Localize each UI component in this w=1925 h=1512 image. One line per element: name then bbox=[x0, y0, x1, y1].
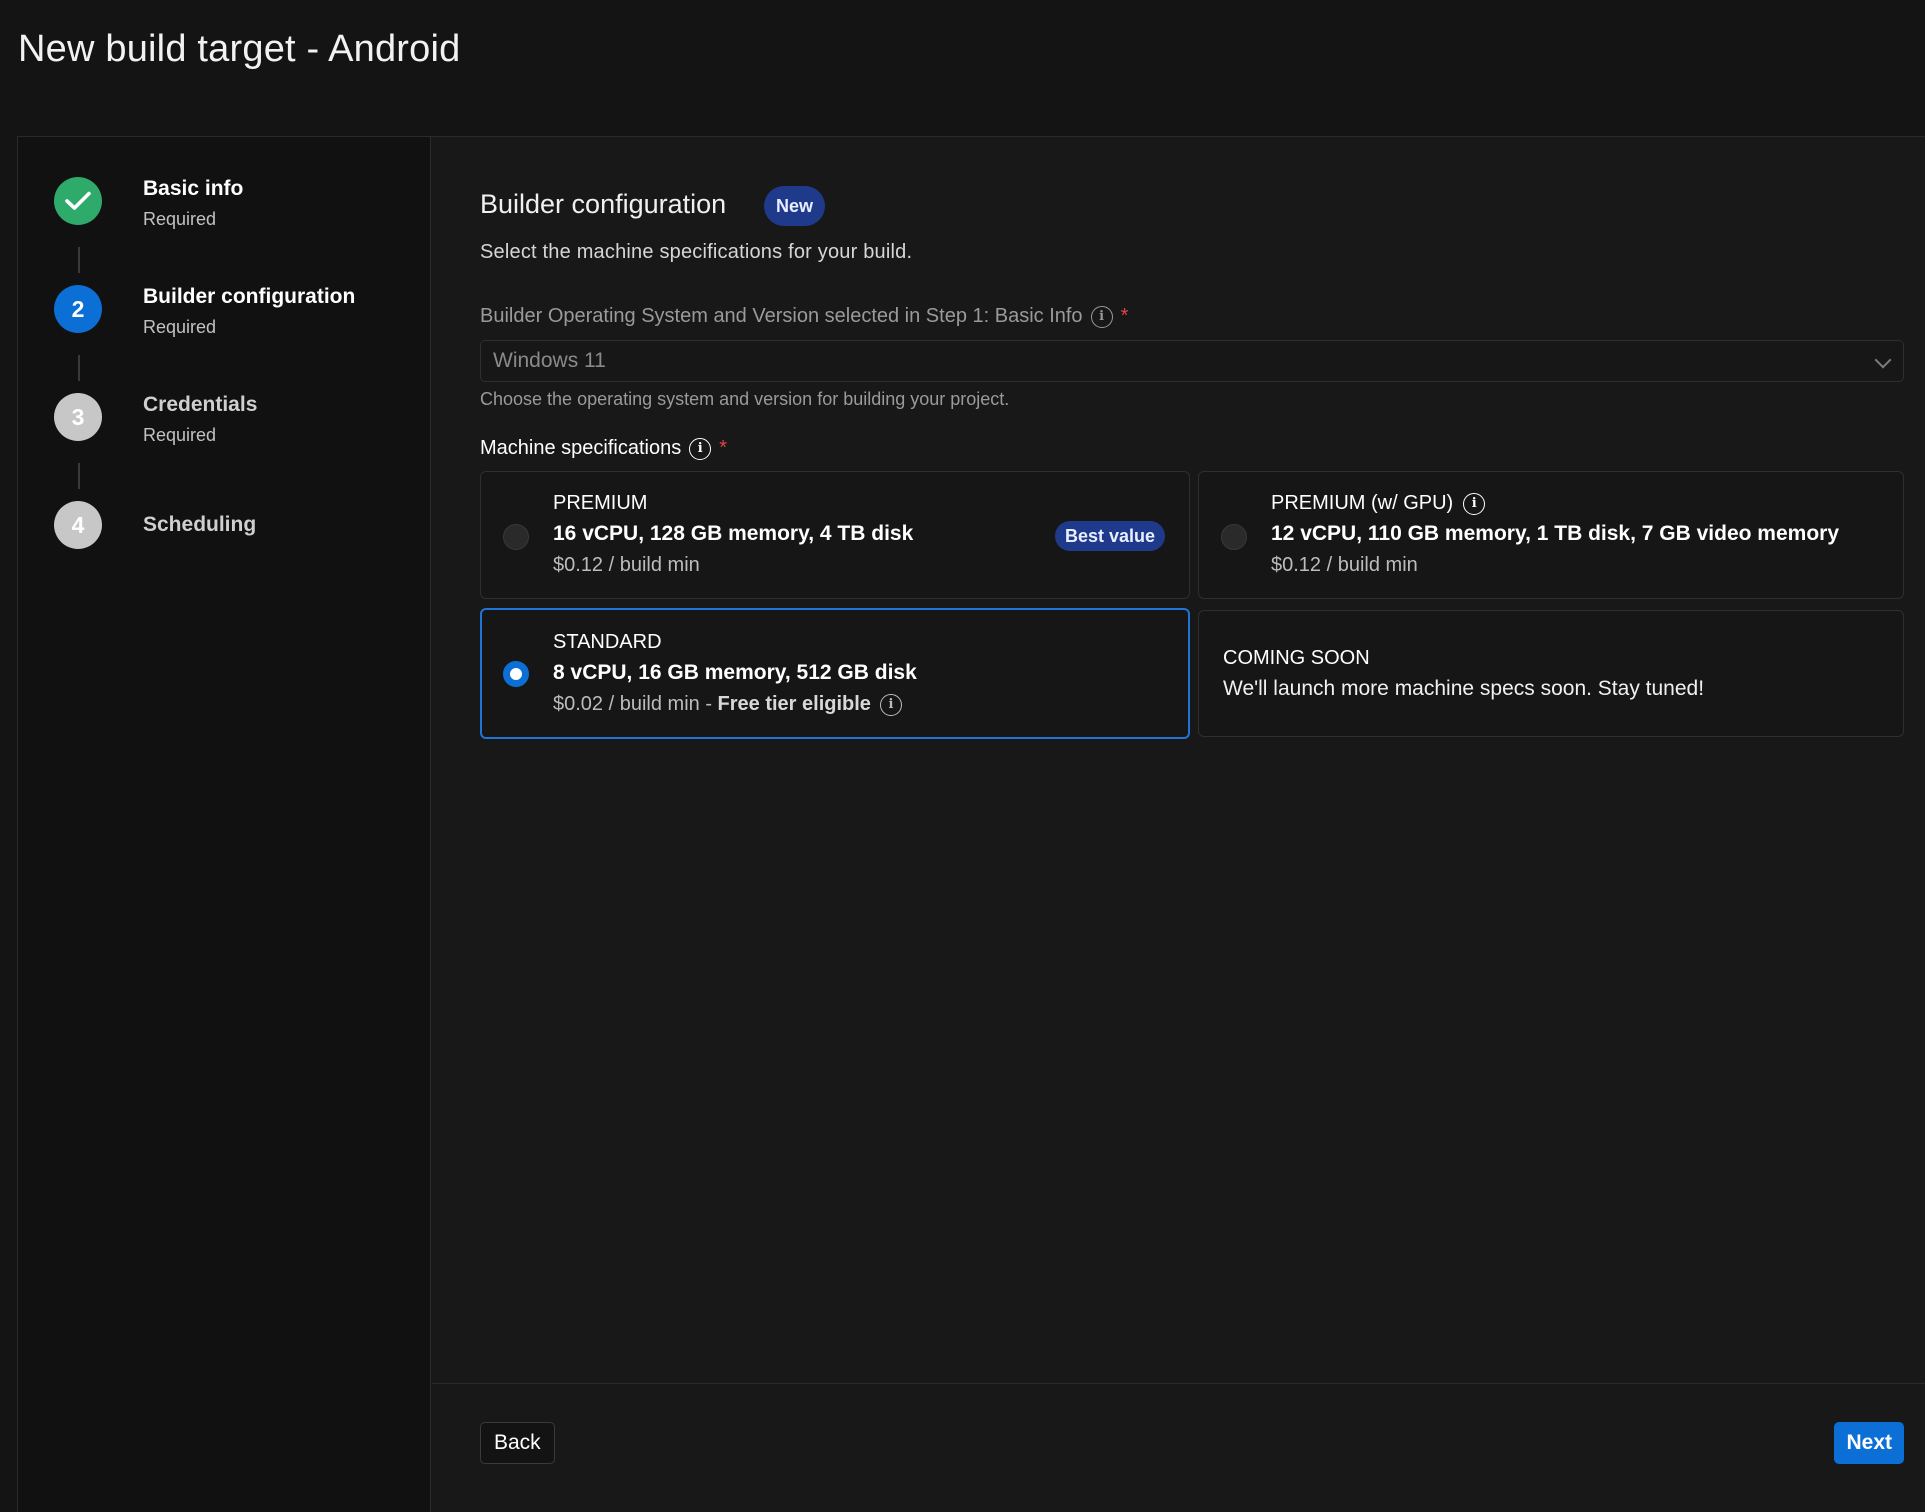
step-number-badge: 4 bbox=[54, 501, 102, 549]
info-icon[interactable]: i bbox=[1090, 305, 1113, 328]
step-title: Credentials bbox=[143, 393, 258, 416]
option-tier: PREMIUM bbox=[553, 492, 647, 515]
option-tier: STANDARD bbox=[553, 631, 662, 654]
step-basic-info[interactable]: Basic info Required bbox=[54, 177, 414, 237]
next-button[interactable]: Next bbox=[1834, 1422, 1904, 1464]
os-version-select[interactable]: Windows 11 bbox=[480, 340, 1904, 382]
required-asterisk: * bbox=[719, 437, 728, 459]
step-subtitle: Required bbox=[143, 425, 217, 445]
step-subtitle: Required bbox=[143, 209, 217, 229]
option-price-text: $0.12 / build min bbox=[553, 554, 700, 576]
wizard-frame: Basic info Required 2 Builder configurat… bbox=[17, 136, 1925, 1512]
radio-premium-gpu[interactable] bbox=[1221, 524, 1247, 550]
step-credentials[interactable]: 3 Credentials Required bbox=[54, 393, 414, 453]
coming-soon-title: COMING SOON bbox=[1223, 647, 1370, 669]
step-connector bbox=[78, 247, 80, 273]
radio-premium[interactable] bbox=[503, 524, 529, 550]
step-number-badge: 2 bbox=[54, 285, 102, 333]
radio-standard[interactable] bbox=[503, 661, 529, 687]
os-field-label-text: Builder Operating System and Version sel… bbox=[480, 305, 1083, 327]
step-scheduling[interactable]: 4 Scheduling bbox=[54, 501, 414, 561]
option-price: $0.12 / build min bbox=[1271, 554, 1418, 577]
option-tier: PREMIUM (w/ GPU) i bbox=[1271, 492, 1486, 515]
section-title: Builder configuration bbox=[480, 189, 727, 219]
machine-option-premium[interactable]: PREMIUM 16 vCPU, 128 GB memory, 4 TB dis… bbox=[480, 471, 1190, 599]
page-title: New build target - Android bbox=[18, 28, 461, 70]
os-field-label: Builder Operating System and Version sel… bbox=[480, 305, 1128, 328]
steps-sidebar: Basic info Required 2 Builder configurat… bbox=[18, 137, 431, 1512]
coming-soon-card: COMING SOON We'll launch more machine sp… bbox=[1198, 610, 1904, 737]
step-connector bbox=[78, 463, 80, 489]
chevron-down-icon bbox=[1874, 351, 1892, 369]
step-number-badge: 3 bbox=[54, 393, 102, 441]
option-price-text: $0.12 / build min bbox=[1271, 554, 1418, 576]
step-subtitle: Required bbox=[143, 317, 217, 337]
wizard-footer: Back Next bbox=[432, 1383, 1925, 1512]
option-tier-text: STANDARD bbox=[553, 631, 662, 653]
info-icon[interactable]: i bbox=[689, 437, 712, 460]
free-tier-note: Free tier eligible bbox=[717, 693, 871, 715]
best-value-badge: Best value bbox=[1054, 521, 1165, 551]
back-button[interactable]: Back bbox=[480, 1422, 555, 1464]
step-title: Scheduling bbox=[143, 513, 257, 536]
section-description: Select the machine specifications for yo… bbox=[480, 241, 913, 263]
machine-option-standard[interactable]: STANDARD 8 vCPU, 16 GB memory, 512 GB di… bbox=[480, 608, 1190, 739]
info-icon[interactable]: i bbox=[879, 693, 902, 716]
machine-specs-label-text: Machine specifications bbox=[480, 437, 682, 459]
step-builder-configuration[interactable]: 2 Builder configuration Required bbox=[54, 285, 414, 345]
option-specs: 16 vCPU, 128 GB memory, 4 TB disk bbox=[553, 522, 914, 545]
new-badge: New bbox=[764, 186, 826, 226]
machine-specs-label: Machine specifications i * bbox=[480, 437, 727, 460]
os-field-help: Choose the operating system and version … bbox=[480, 389, 1010, 409]
option-price: $0.12 / build min bbox=[553, 554, 700, 577]
os-version-value: Windows 11 bbox=[493, 349, 606, 372]
info-icon[interactable]: i bbox=[1463, 492, 1486, 515]
option-specs: 12 vCPU, 110 GB memory, 1 TB disk, 7 GB … bbox=[1271, 522, 1840, 545]
required-asterisk: * bbox=[1120, 305, 1129, 327]
coming-soon-text: We'll launch more machine specs soon. St… bbox=[1223, 677, 1705, 700]
step-title: Basic info bbox=[143, 177, 244, 200]
check-icon bbox=[54, 177, 102, 225]
machine-option-premium-gpu[interactable]: PREMIUM (w/ GPU) i 12 vCPU, 110 GB memor… bbox=[1198, 471, 1904, 599]
step-connector bbox=[78, 355, 80, 381]
step-title: Builder configuration bbox=[143, 285, 356, 308]
option-price: $0.02 / build min - Free tier eligible i bbox=[553, 693, 902, 716]
option-specs: 8 vCPU, 16 GB memory, 512 GB disk bbox=[553, 661, 917, 684]
main-panel: Builder configuration New Select the mac… bbox=[432, 137, 1925, 1512]
option-tier-text: PREMIUM (w/ GPU) bbox=[1271, 492, 1454, 514]
option-price-text: $0.02 / build min - bbox=[553, 693, 718, 715]
option-tier-text: PREMIUM bbox=[553, 492, 648, 514]
